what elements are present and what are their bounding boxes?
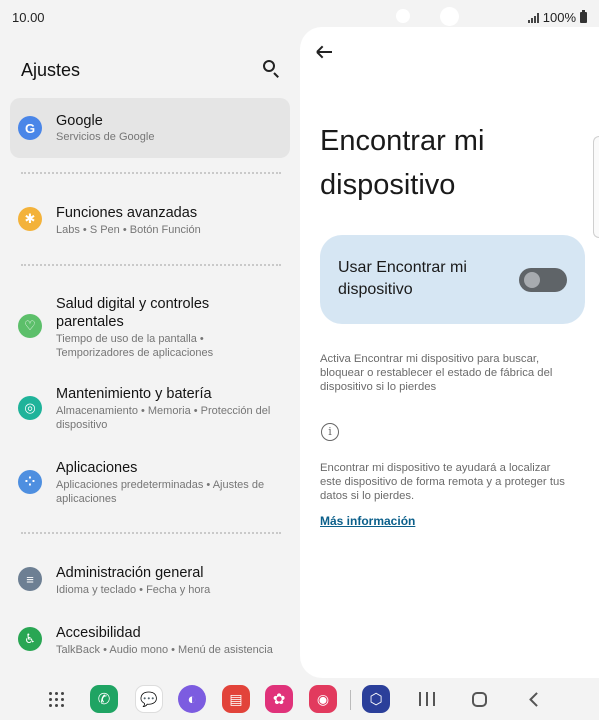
settings-item-title: Google [56,113,103,129]
settings-item-title: Accesibilidad [56,625,141,641]
general-management-icon: ≡ [18,567,42,591]
phone-icon[interactable]: ✆ [90,685,118,713]
battery-icon [580,10,587,23]
advanced-features-icon: ✱ [18,207,42,231]
google-g-icon: G [18,116,42,140]
camera-icon[interactable]: ◉ [309,685,337,713]
use-find-my-device-toggle-row[interactable]: Usar Encontrar mi dispositivo [320,235,585,324]
settings-item-subtitle: Aplicaciones predeterminadas • Ajustes d… [56,479,265,505]
app-drawer-button[interactable] [42,685,70,713]
notes-icon[interactable]: ▤ [222,685,250,713]
battery-level: 100% [542,10,576,25]
find-my-device-panel: Encontrar mi dispositivo Usar Encontrar … [300,27,599,678]
edge-panel-handle[interactable] [593,136,599,238]
nav-back-button[interactable] [528,692,542,706]
divider [21,532,281,534]
settings-title: Ajustes [21,60,81,80]
camera-cutout [396,9,410,23]
settings-item-advanced-features[interactable]: ✱ Funciones avanzadas Labs • S Pen • Bot… [10,194,290,240]
back-button[interactable] [314,41,336,63]
toggle-switch[interactable] [519,268,567,292]
settings-item-google[interactable]: G Google Servicios de Google [10,98,290,158]
switch-knob [524,272,540,288]
taskbar: ✆ 💬 ◐ ▤ ✿ ◉ ⬡ [0,680,599,720]
settings-item-device-care[interactable]: ◎ Mantenimiento y batería Almacenamiento… [10,378,290,438]
settings-item-apps[interactable]: ⁘ Aplicaciones Aplicaciones predetermina… [10,452,290,512]
gallery-icon[interactable]: ✿ [265,685,293,713]
divider [21,172,281,174]
settings-item-subtitle: Idioma y teclado • Fecha y hora [56,584,211,596]
apps-icon: ⁘ [18,470,42,494]
settings-item-digital-wellbeing[interactable]: ♡ Salud digital y controles parentales T… [10,288,290,364]
internet-icon[interactable]: ◐ [178,685,206,713]
toggle-label: Usar Encontrar mi dispositivo [338,259,467,298]
messages-icon[interactable]: 💬 [135,685,163,713]
settings-item-title: Aplicaciones [56,460,138,476]
app-grid-icon [48,691,64,707]
more-info-link[interactable]: Más información [320,514,415,528]
accessibility-icon: ♿ [18,627,42,651]
settings-item-title: Mantenimiento y batería [56,386,212,402]
settings-item-title: Salud digital y controles parentales [56,296,210,330]
home-button[interactable] [472,692,487,707]
settings-item-title: Administración general [56,565,204,581]
settings-item-subtitle: Servicios de Google [56,131,155,143]
digital-wellbeing-icon: ♡ [18,314,42,338]
page-title: Encontrar mi dispositivo [320,125,485,201]
dock-separator [350,690,351,710]
settings-item-accessibility[interactable]: ♿ Accesibilidad TalkBack • Audio mono • … [10,614,290,674]
info-text: Encontrar mi dispositivo te ayudará a lo… [320,462,565,502]
settings-item-subtitle: TalkBack • Audio mono • Menú de asistenc… [56,644,273,656]
settings-item-general-management[interactable]: ≡ Administración general Idioma y teclad… [10,556,290,602]
search-icon [263,60,275,72]
settings-list-panel: Ajustes G Google Servicios de Google ✱ F… [0,34,300,680]
device-care-icon: ◎ [18,396,42,420]
search-button[interactable] [259,56,283,80]
settings-item-subtitle: Labs • S Pen • Botón Función [56,224,201,236]
settings-item-subtitle: Almacenamiento • Memoria • Protección de… [56,405,271,431]
status-time: 10.00 [12,10,45,25]
signal-icon [527,12,539,23]
status-indicators: 100% [527,10,587,25]
info-icon: i [321,423,339,441]
security-icon[interactable]: ⬡ [362,685,390,713]
settings-item-subtitle: Tiempo de uso de la pantalla • Temporiza… [56,333,214,359]
camera-cutout [440,7,459,26]
divider [21,264,281,266]
description-text: Activa Encontrar mi dispositivo para bus… [320,353,553,393]
settings-item-title: Funciones avanzadas [56,205,198,221]
recents-button[interactable] [419,692,435,706]
